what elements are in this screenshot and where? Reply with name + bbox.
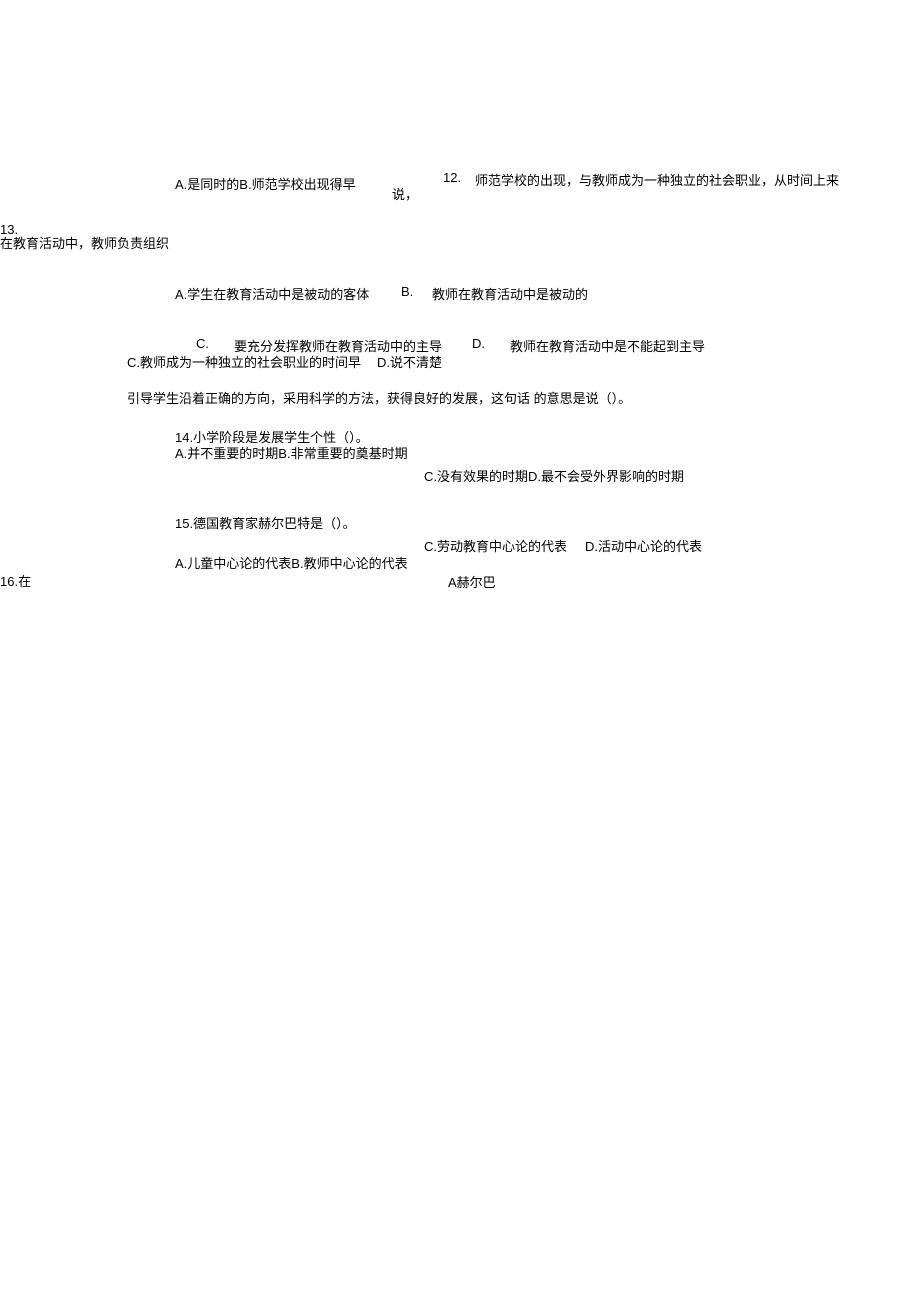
q13-option-d-text: 教师在教育活动中是不能起到主导 bbox=[510, 336, 705, 355]
q14-option-c-d: C.没有效果的时期D.最不会受外界影响的时期 bbox=[424, 466, 684, 485]
q13-stem-fragment: 在教育活动中，教师负责组织 bbox=[0, 233, 169, 252]
q13-option-c-letter: C. bbox=[196, 336, 209, 351]
q12-option-d: D.说不清楚 bbox=[377, 352, 442, 371]
q13-option-a: A.学生在教育活动中是被动的客体 bbox=[175, 284, 369, 303]
q13-option-d-letter: D. bbox=[472, 336, 485, 351]
q14-option-a-b: A.并不重要的时期B.非常重要的奠基时期 bbox=[175, 443, 408, 462]
q13-option-b-text: 教师在教育活动中是被动的 bbox=[432, 284, 588, 303]
q12-option-a-b: A.是同时的B.师范学校出现得早 bbox=[175, 174, 356, 193]
text-hebaer: A赫尔巴 bbox=[448, 572, 496, 591]
text-shuo: 说， bbox=[392, 184, 418, 203]
q15-option-d: D.活动中心论的代表 bbox=[585, 536, 702, 555]
q13-option-b-letter: B. bbox=[401, 284, 413, 299]
q12-stem-part: 师范学校的出现，与教师成为一种独立的社会职业，从时间上来 bbox=[475, 170, 839, 189]
q15-option-c: C.劳动教育中心论的代表 bbox=[424, 536, 567, 555]
q16-number: 16.在 bbox=[0, 571, 31, 590]
q13-stem-full: 引导学生沿着正确的方向，采用科学的方法，获得良好的发展，这句话 的意思是说（）。 bbox=[127, 388, 631, 407]
q15-option-a-b: A.儿童中心论的代表B.教师中心论的代表 bbox=[175, 553, 408, 572]
q12-number: 12. bbox=[443, 170, 461, 185]
q15-stem: 15.德国教育家赫尔巴特是（）。 bbox=[175, 513, 356, 532]
q12-option-c: C.教师成为一种独立的社会职业的时间早 bbox=[127, 352, 361, 371]
